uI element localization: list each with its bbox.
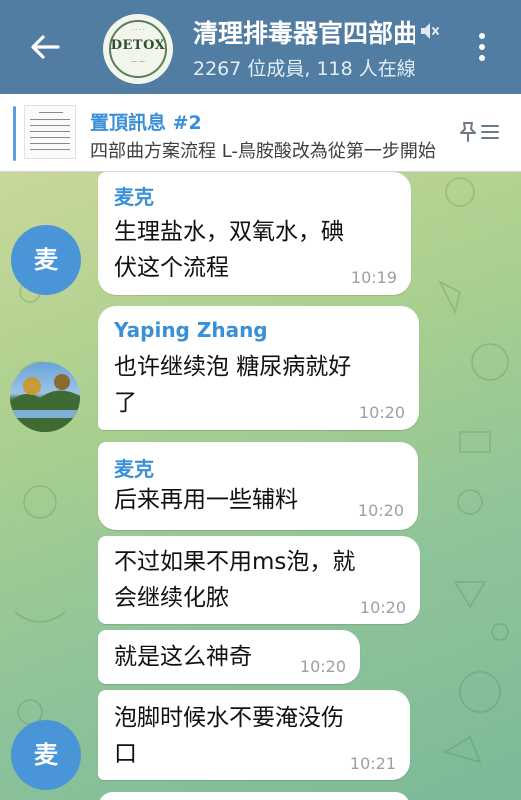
message-list[interactable]: 麦 麦克 生理盐水，双氧水，碘 伏这个流程 10:19 Yaping Zhang…	[0, 172, 521, 800]
message-bubble[interactable]: 泡脚时候水不要淹没伤 口 10:21	[98, 690, 410, 780]
avatar-yaping[interactable]	[10, 362, 80, 432]
pinned-text: 四部曲方案流程 L-鳥胺酸改為從第一步開始	[90, 141, 436, 162]
message-line: 伏这个流程	[114, 255, 229, 281]
message-bubble[interactable]: 就是这么神奇 10:20	[98, 630, 360, 684]
message-bubble[interactable]: 麦克 后来再用一些辅料 10:20	[98, 442, 418, 530]
chat-header: · · · · DETOX — — 清理排毒器官四部曲 2267 位成員, 11…	[0, 0, 521, 94]
message-sender[interactable]: Yaping Zhang	[114, 318, 268, 342]
message-line: 泡脚时候水不要淹没伤	[114, 705, 344, 731]
message-sender[interactable]: 麦克	[114, 181, 154, 210]
logo-top-mark: · · · ·	[131, 27, 145, 34]
more-vertical-icon[interactable]	[472, 30, 492, 66]
chat-title[interactable]: 清理排毒器官四部曲	[193, 14, 415, 50]
message-line: 会继续化脓	[114, 585, 229, 611]
pinned-accent	[13, 106, 16, 161]
message-bubble[interactable]: 不过如果不用ms泡，就 会继续化脓 10:20	[98, 536, 420, 624]
member-count: 2267 位成員, 118 人在線	[193, 58, 416, 80]
avatar-mai[interactable]: 麦	[11, 225, 81, 295]
avatar-mai[interactable]: 麦	[11, 720, 81, 790]
group-avatar[interactable]: · · · · DETOX — —	[103, 14, 173, 84]
message-time: 10:20	[357, 501, 404, 520]
pinned-message-bar[interactable]: 置頂訊息 #2 四部曲方案流程 L-鳥胺酸改為從第一步開始	[0, 94, 521, 172]
message-bubble[interactable]: Yaping Zhang 也许继续泡 糖尿病就好 了 10:20	[98, 306, 419, 430]
message-line: 了	[114, 390, 137, 416]
group-logo-text: DETOX	[110, 38, 166, 53]
landscape-photo-icon	[10, 374, 80, 432]
message-time: 10:21	[349, 754, 396, 773]
message-time: 10:19	[350, 268, 397, 287]
message-line: 生理盐水，双氧水，碘	[114, 219, 344, 245]
back-arrow-icon[interactable]	[28, 30, 62, 64]
message-line: 口	[114, 741, 137, 767]
message-sender[interactable]: 麦克	[114, 453, 154, 482]
message-time: 10:20	[358, 403, 405, 422]
message-line: 也许继续泡 糖尿病就好	[114, 354, 352, 380]
message-line: 后来再用一些辅料	[114, 487, 298, 513]
mute-icon	[421, 23, 439, 39]
message-time: 10:20	[299, 657, 346, 676]
message-bubble[interactable]: 麦克 生理盐水，双氧水，碘 伏这个流程 10:19	[98, 172, 411, 295]
message-line: 就是这么神奇	[114, 644, 252, 670]
pin-list-icon[interactable]	[458, 117, 502, 147]
message-bubble-partial[interactable]	[98, 792, 410, 800]
logo-sub-mark: — —	[131, 58, 145, 65]
pinned-title: 置頂訊息 #2	[90, 112, 202, 134]
message-time: 10:20	[359, 598, 406, 617]
pinned-thumbnail	[24, 105, 76, 159]
message-line: 不过如果不用ms泡，就	[114, 549, 356, 575]
